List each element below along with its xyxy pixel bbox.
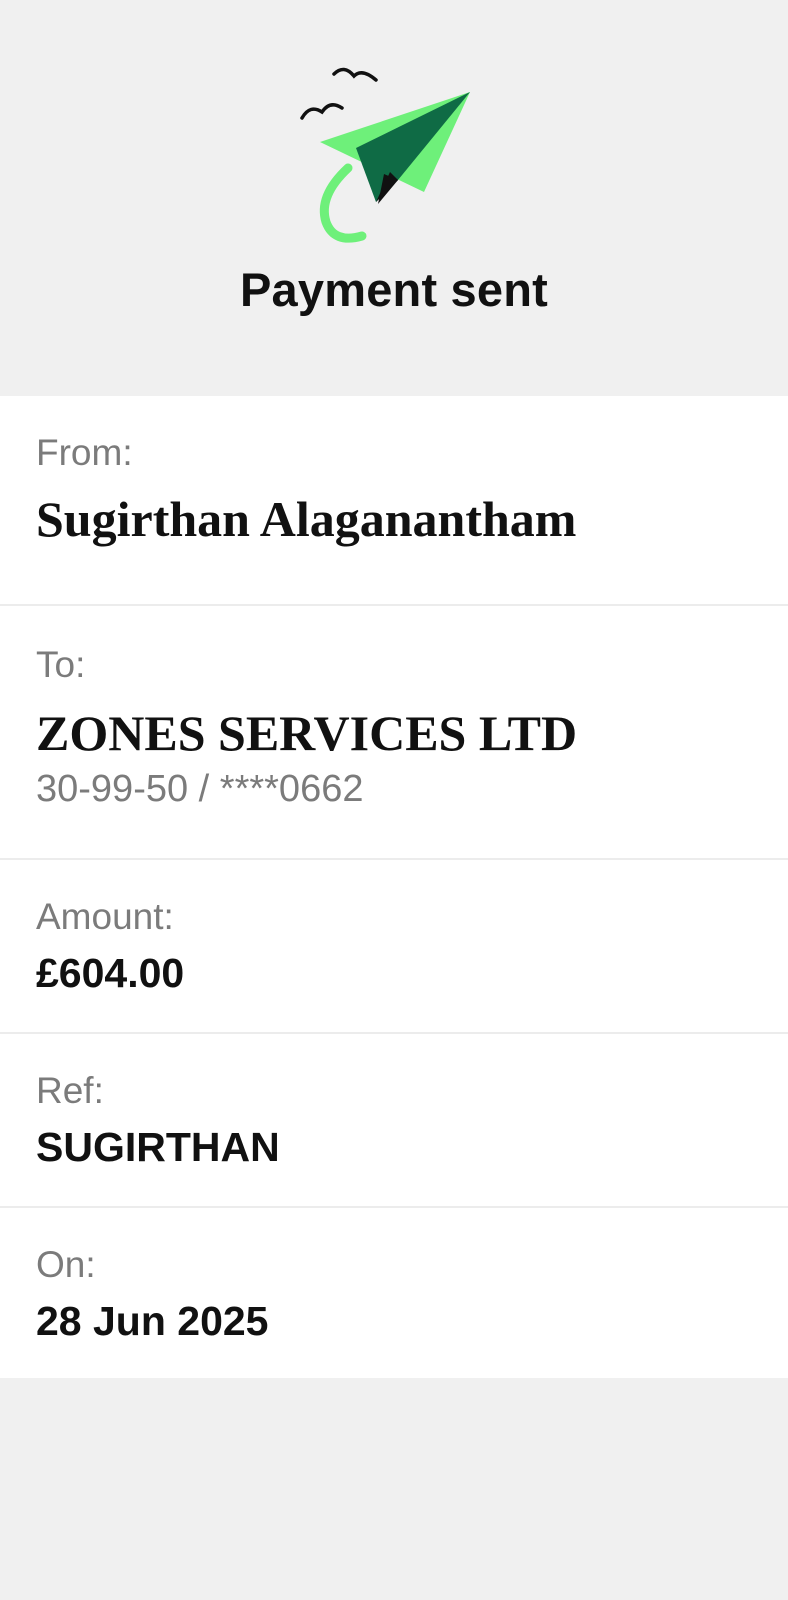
from-label: From: <box>36 432 133 473</box>
bird-icon <box>300 103 344 120</box>
page-title: Payment sent <box>239 263 548 316</box>
date-row: On: 28 Jun 2025 <box>0 1208 788 1378</box>
from-value: Sugirthan Alaganantham <box>36 491 577 547</box>
bird-icon <box>332 67 378 82</box>
to-value: ZONES SERVICES LTD <box>36 705 578 761</box>
ref-value: SUGIRTHAN <box>36 1124 280 1170</box>
account-number: 30-99-50 / ****0662 <box>36 768 364 810</box>
paper-plane-icon <box>300 67 470 243</box>
amount-row: Amount: £604.00 <box>0 860 788 1034</box>
date-label: On: <box>36 1244 96 1285</box>
ref-label: Ref: <box>36 1070 104 1111</box>
payment-details: From: Sugirthan Alaganantham To: ZONES S… <box>0 396 788 1378</box>
payment-header: Payment sent <box>0 0 788 396</box>
amount-value: £604.00 <box>36 950 185 996</box>
to-label: To: <box>36 644 86 685</box>
date-value: 28 Jun 2025 <box>36 1298 269 1344</box>
ref-row: Ref: SUGIRTHAN <box>0 1034 788 1208</box>
amount-label: Amount: <box>36 896 174 937</box>
from-row: From: Sugirthan Alaganantham <box>0 396 788 606</box>
to-row: To: ZONES SERVICES LTD 30-99-50 / ****06… <box>0 606 788 860</box>
